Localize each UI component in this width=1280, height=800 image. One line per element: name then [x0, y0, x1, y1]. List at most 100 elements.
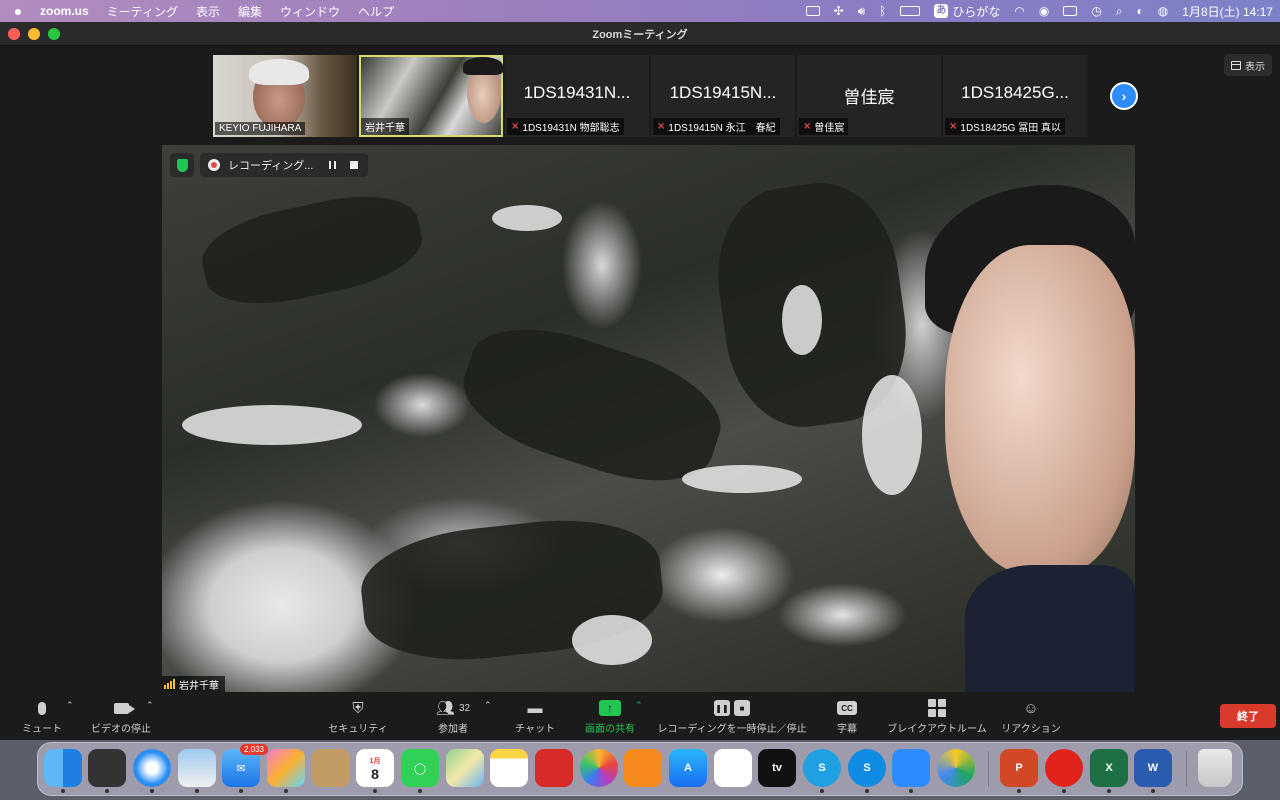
chat-icon: ▬ [527, 699, 543, 717]
antivirus-icon[interactable] [1045, 749, 1083, 793]
mission-control-icon[interactable] [88, 749, 126, 793]
chat-button[interactable]: ▬ チャット [514, 696, 556, 738]
participant-thumb[interactable]: 1DS19431N... ⨯ 1DS19431N 物部聡志 [505, 55, 649, 137]
menu-meeting[interactable]: ミーティング [98, 3, 187, 20]
share-screen-icon: ↑ [599, 700, 621, 716]
participant-display-name: 1DS18425G... [961, 83, 1069, 102]
participant-name-tag: ⨯ 1DS18425G 冨田 真以 [945, 118, 1065, 135]
security-label: セキュリティ [328, 724, 388, 735]
share-label: 画面の共有 [585, 724, 635, 735]
finder-icon[interactable] [44, 749, 82, 793]
control-center-icon[interactable]: ◐ [1130, 0, 1151, 22]
participant-thumb[interactable]: 1DS18425G... ⨯ 1DS18425G 冨田 真以 [943, 55, 1087, 137]
skype-business-icon[interactable]: S [848, 749, 886, 793]
participant-thumb[interactable]: 1DS19415N... ⨯ 1DS19415N 永江 春紀 [651, 55, 795, 137]
speaker-name: 岩井千華 [179, 680, 219, 692]
launchpad-icon[interactable] [267, 749, 305, 793]
participants-button[interactable]: 👥︎ 32 参加者 [430, 696, 476, 738]
participant-thumb[interactable]: KEYIO FUJIHARA [213, 55, 357, 137]
reminders-icon[interactable] [714, 749, 752, 787]
minimize-window-button[interactable] [28, 28, 40, 40]
share-screen-button[interactable]: ↑ 画面の共有 [585, 696, 635, 738]
wifi-icon[interactable]: ◠ [1007, 0, 1031, 22]
mute-button[interactable]: ミュート [22, 696, 62, 738]
stop-recording-icon[interactable] [350, 161, 358, 169]
photos-icon[interactable] [580, 749, 618, 787]
menu-help[interactable]: ヘルプ [349, 3, 403, 20]
participant-display-name: 1DS19431N... [523, 83, 631, 102]
input-source[interactable]: あひらがな [927, 0, 1007, 22]
participant-name: 曽佳宸 [814, 123, 845, 134]
google-drive-icon[interactable] [937, 749, 975, 787]
notes-icon[interactable] [490, 749, 528, 787]
preview-icon[interactable] [178, 749, 216, 793]
powerpoint-icon[interactable]: P [1000, 749, 1038, 793]
input-source-label: ひらがな [952, 4, 1001, 19]
apple-menu-icon[interactable]: ● [0, 3, 36, 19]
participants-icon: 👥︎ [435, 700, 455, 717]
menu-edit[interactable]: 編集 [229, 3, 271, 20]
close-window-button[interactable] [8, 28, 20, 40]
excel-icon[interactable]: X [1090, 749, 1128, 793]
calendar-icon[interactable]: 1月 8 [356, 749, 394, 793]
menu-clock[interactable]: 1月8日(土) 14:17 [1175, 0, 1280, 22]
share-options-chevron-icon[interactable]: ⌃ [635, 700, 643, 711]
participants-options-chevron-icon[interactable]: ⌃ [484, 700, 492, 711]
view-button[interactable]: 表示 [1224, 54, 1272, 76]
recording-controls-button[interactable]: ❚❚ ■ レコーディングを一時停止／停止 [657, 696, 807, 738]
time-machine-icon[interactable]: ◷ [1084, 0, 1108, 22]
messages-icon[interactable]: ◯ [401, 749, 439, 793]
photo-booth-icon[interactable] [535, 749, 573, 787]
participant-name: 1DS18425G 冨田 真以 [960, 123, 1061, 134]
volume-icon[interactable]: 🔊︎ [851, 0, 873, 22]
participant-name: 1DS19431N 物部聡志 [522, 123, 620, 134]
spotlight-icon[interactable]: ⌕ [1109, 0, 1130, 22]
zoom-icon[interactable] [892, 749, 930, 793]
window-controls [8, 28, 60, 40]
camera-status-icon[interactable]: ✣ [827, 0, 851, 22]
menu-bar: ● zoom.us ミーティング 表示 編集 ウィンドウ ヘルプ ✣ 🔊︎ ᛒ … [0, 0, 1280, 22]
next-page-chevron-icon[interactable]: › [1110, 82, 1138, 110]
zoom-status-icon[interactable] [799, 0, 827, 22]
video-options-chevron-icon[interactable]: ⌃ [146, 700, 154, 711]
books-icon[interactable] [624, 749, 662, 787]
active-speaker-video: レコーディング... 岩井千華 [162, 145, 1135, 692]
battery-icon[interactable] [893, 0, 927, 22]
maps-icon[interactable] [446, 749, 484, 787]
contacts-icon[interactable] [312, 749, 350, 787]
captions-button[interactable]: CC 字幕 [836, 696, 858, 738]
security-button[interactable]: ⛨ セキュリティ [328, 696, 388, 738]
zoom-window-button[interactable] [48, 28, 60, 40]
user-icon[interactable]: ◉ [1032, 0, 1056, 22]
trash-icon[interactable] [1198, 749, 1232, 787]
word-icon[interactable]: W [1134, 749, 1172, 793]
audio-options-chevron-icon[interactable]: ⌃ [66, 700, 74, 711]
participant-thumb[interactable]: 曽佳宸 ⨯ 曽佳宸 [797, 55, 941, 137]
encryption-shield-icon[interactable] [170, 153, 194, 177]
recording-label: レコーディング... [228, 160, 314, 172]
participant-thumb-active[interactable]: 岩井千華 [359, 55, 503, 137]
recording-dot-icon [208, 159, 220, 171]
participant-name-tag: KEYIO FUJIHARA [215, 122, 306, 135]
participant-name: 1DS19415N 永江 春紀 [668, 123, 776, 134]
microphone-icon [38, 701, 46, 715]
stop-video-button[interactable]: ビデオの停止 [90, 696, 152, 738]
menu-window[interactable]: ウィンドウ [271, 3, 349, 20]
bluetooth-icon[interactable]: ᛒ [872, 0, 893, 22]
view-label: 表示 [1245, 61, 1265, 73]
menu-app-name[interactable]: zoom.us [36, 4, 98, 18]
reactions-button[interactable]: ☺︎ リアクション [1001, 696, 1061, 738]
captions-label: 字幕 [837, 724, 857, 735]
menu-view[interactable]: 表示 [187, 3, 229, 20]
keyboard-icon[interactable] [1056, 0, 1084, 22]
app-store-icon[interactable]: A [669, 749, 707, 787]
shield-icon: ⛨ [352, 699, 364, 717]
siri-icon[interactable]: ◍ [1151, 0, 1175, 22]
safari-icon[interactable] [133, 749, 171, 793]
skype-icon[interactable]: S [803, 749, 841, 793]
breakout-rooms-button[interactable]: ブレイクアウトルーム [887, 696, 987, 738]
pause-recording-icon[interactable] [329, 161, 336, 169]
mail-icon[interactable]: ✉︎ 2,033 [222, 744, 268, 793]
apple-tv-icon[interactable]: tv [758, 749, 796, 787]
end-meeting-button[interactable]: 終了 [1220, 704, 1276, 728]
